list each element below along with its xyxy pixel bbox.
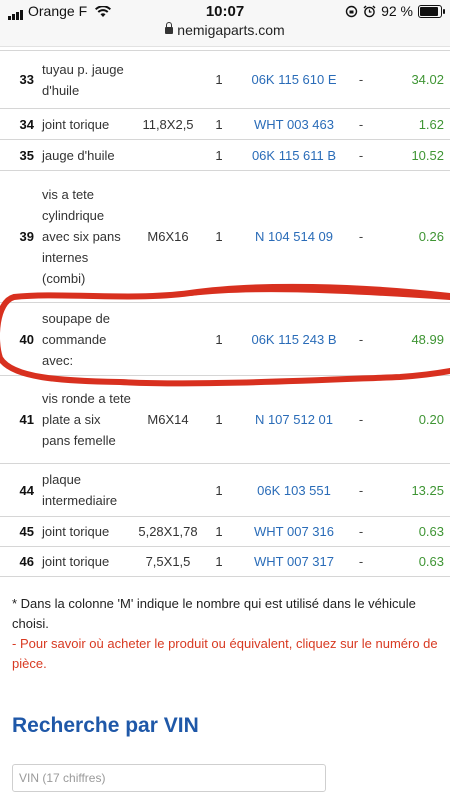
part-number-link[interactable]: 06K 115 610 E xyxy=(234,50,354,109)
table-row: 46 joint torique 7,5X1,5 1 WHT 007 317 -… xyxy=(0,546,450,577)
part-separator: - xyxy=(354,108,368,140)
part-dimension xyxy=(132,50,204,109)
part-name: joint torique xyxy=(38,108,132,140)
vin-search-title: Recherche par VIN xyxy=(12,714,199,737)
part-quantity: 1 xyxy=(204,516,234,547)
table-row: 41 vis ronde a tete plate a six pans fem… xyxy=(0,375,450,464)
part-quantity: 1 xyxy=(204,50,234,109)
table-row: 45 joint torique 5,28X1,78 1 WHT 007 316… xyxy=(0,516,450,547)
part-number-link[interactable]: 06K 115 243 B xyxy=(234,302,354,376)
parts-table: 32 joint sp. 32 1 06K 103 085 E 0.39 33 … xyxy=(0,29,450,577)
part-dimension: 11,8X2,5 xyxy=(132,108,204,140)
part-number-link[interactable]: 06K 115 611 B xyxy=(234,139,354,171)
part-price: 0.63 xyxy=(368,546,450,577)
alarm-icon xyxy=(363,5,376,17)
part-number-link[interactable]: 06K 103 551 xyxy=(234,463,354,517)
table-row: 44 plaque intermediaire 1 06K 103 551 - … xyxy=(0,463,450,517)
part-quantity: 1 xyxy=(204,302,234,376)
status-bar: Orange F 10:07 92 % nemigaparts.com xyxy=(0,0,450,47)
battery-percent: 92 % xyxy=(381,3,413,19)
battery-icon xyxy=(418,4,445,18)
part-number-link[interactable]: WHT 007 316 xyxy=(234,516,354,547)
footnotes: * Dans la colonne 'M' indique le nombre … xyxy=(12,594,442,674)
part-separator: - xyxy=(354,50,368,109)
part-number-link[interactable]: N 107 512 01 xyxy=(234,375,354,464)
part-quantity: 1 xyxy=(204,375,234,464)
part-name: joint torique xyxy=(38,546,132,577)
orientation-lock-icon xyxy=(345,5,358,17)
part-name: vis a tete cylindrique avec six pans int… xyxy=(38,170,132,303)
url-text: nemigaparts.com xyxy=(177,22,285,38)
part-price: 1.62 xyxy=(368,108,450,140)
part-name: jauge d'huile xyxy=(38,139,132,171)
row-number: 34 xyxy=(0,108,38,140)
status-right: 92 % xyxy=(345,3,445,19)
address-bar[interactable]: nemigaparts.com xyxy=(0,21,450,38)
row-number: 33 xyxy=(0,50,38,109)
part-price: 13.25 xyxy=(368,463,450,517)
row-number: 45 xyxy=(0,516,38,547)
part-separator: - xyxy=(354,375,368,464)
part-name: tuyau p. jauge d'huile xyxy=(38,50,132,109)
part-quantity: 1 xyxy=(204,170,234,303)
note-usage: * Dans la colonne 'M' indique le nombre … xyxy=(12,596,416,631)
table-row: 35 jauge d'huile 1 06K 115 611 B - 10.52 xyxy=(0,139,450,171)
row-number: 46 xyxy=(0,546,38,577)
part-name: soupape de commande avec: xyxy=(38,302,132,376)
row-number: 40 xyxy=(0,302,38,376)
part-separator: - xyxy=(354,463,368,517)
part-separator: - xyxy=(354,139,368,171)
row-number: 44 xyxy=(0,463,38,517)
part-price: 0.20 xyxy=(368,375,450,464)
part-quantity: 1 xyxy=(204,108,234,140)
part-dimension: 7,5X1,5 xyxy=(132,546,204,577)
part-price: 10.52 xyxy=(368,139,450,171)
part-quantity: 1 xyxy=(204,463,234,517)
part-dimension xyxy=(132,302,204,376)
part-quantity: 1 xyxy=(204,139,234,171)
part-name: joint torique xyxy=(38,516,132,547)
part-number-link[interactable]: WHT 007 317 xyxy=(234,546,354,577)
part-dimension xyxy=(132,139,204,171)
row-number: 35 xyxy=(0,139,38,171)
part-price: 48.99 xyxy=(368,302,450,376)
part-quantity: 1 xyxy=(204,546,234,577)
part-name: plaque intermediaire xyxy=(38,463,132,517)
part-separator: - xyxy=(354,170,368,303)
note-where-to-buy: - Pour savoir où acheter le produit ou é… xyxy=(12,636,438,671)
part-dimension: 5,28X1,78 xyxy=(132,516,204,547)
part-number-link[interactable]: WHT 003 463 xyxy=(234,108,354,140)
vin-input[interactable] xyxy=(12,764,326,792)
row-number: 41 xyxy=(0,375,38,464)
part-number-link[interactable]: N 104 514 09 xyxy=(234,170,354,303)
table-row: 34 joint torique 11,8X2,5 1 WHT 003 463 … xyxy=(0,108,450,140)
lock-icon xyxy=(165,21,174,34)
part-price: 34.02 xyxy=(368,50,450,109)
part-dimension: M6X14 xyxy=(132,375,204,464)
part-separator: - xyxy=(354,546,368,577)
part-price: 0.26 xyxy=(368,170,450,303)
row-number: 39 xyxy=(0,170,38,303)
table-row: 40 soupape de commande avec: 1 06K 115 2… xyxy=(0,302,450,376)
part-separator: - xyxy=(354,516,368,547)
part-dimension: M6X16 xyxy=(132,170,204,303)
part-separator: - xyxy=(354,302,368,376)
part-dimension xyxy=(132,463,204,517)
part-name: vis ronde a tete plate a six pans femell… xyxy=(38,375,132,464)
part-price: 0.63 xyxy=(368,516,450,547)
table-row: 39 vis a tete cylindrique avec six pans … xyxy=(0,170,450,303)
table-row: 33 tuyau p. jauge d'huile 1 06K 115 610 … xyxy=(0,50,450,109)
